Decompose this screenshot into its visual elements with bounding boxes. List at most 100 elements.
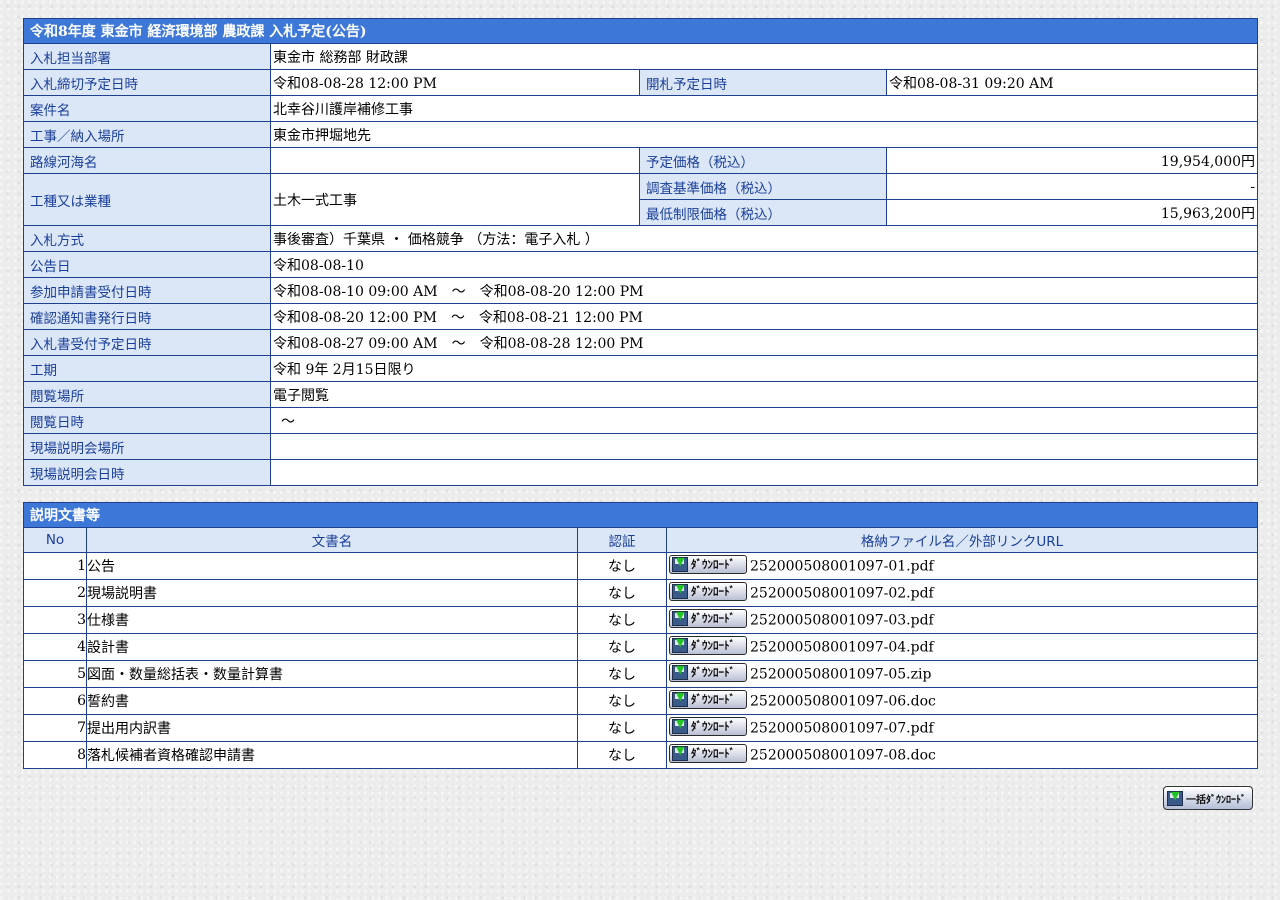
doc-name: 現場説明書 <box>86 579 578 607</box>
notice-date-label: 公告日 <box>23 251 271 278</box>
tender-title: 令和8年度 東金市 経済環境部 農政課 入札予定(公告) <box>22 18 1259 44</box>
confirm-value: 令和08-08-20 12:00 PM ～ 令和08-08-21 12:00 P… <box>269 303 1259 330</box>
period-label: 工期 <box>23 355 271 382</box>
doc-file-name: 252000508001097-01.pdf <box>750 558 934 574</box>
download-label: ﾀﾞｳﾝﾛｰﾄﾞ <box>691 585 735 598</box>
doc-auth: なし <box>577 660 667 688</box>
type-value: 土木一式工事 <box>270 173 640 226</box>
open-value: 令和08-08-31 09:20 AM <box>885 69 1259 96</box>
doc-file-cell: ﾀﾞｳﾝﾛｰﾄﾞ 252000508001097-01.pdf <box>666 552 1258 580</box>
document-row: 8落札候補者資格確認申請書なし ﾀﾞｳﾝﾛｰﾄﾞ 252000508001097-0… <box>23 741 1258 769</box>
view-date-value: ～ <box>269 407 1259 434</box>
download-button[interactable]: ﾀﾞｳﾝﾛｰﾄﾞ <box>669 743 747 763</box>
doc-file-name: 252000508001097-05.zip <box>750 666 932 682</box>
download-label: ﾀﾞｳﾝﾛｰﾄﾞ <box>691 639 735 652</box>
method-label: 入札方式 <box>23 225 271 252</box>
place-value: 東金市押堀地先 <box>269 121 1259 148</box>
view-place-value: 電子閲覧 <box>269 381 1259 408</box>
min-price-value: 15,963,200円 <box>885 199 1259 226</box>
doc-auth: なし <box>577 714 667 742</box>
doc-file-cell: ﾀﾞｳﾝﾛｰﾄﾞ 252000508001097-08.doc <box>666 741 1258 769</box>
doc-no: 1 <box>23 552 87 580</box>
min-price-label: 最低制限価格（税込） <box>639 199 887 226</box>
download-button[interactable]: ﾀﾞｳﾝﾛｰﾄﾞ <box>669 635 747 655</box>
doc-no: 4 <box>23 633 87 661</box>
place-label: 工事／納入場所 <box>23 121 271 148</box>
doc-auth: なし <box>577 633 667 661</box>
doc-file-cell: ﾀﾞｳﾝﾛｰﾄﾞ 252000508001097-04.pdf <box>666 633 1258 661</box>
deadline-label: 入札締切予定日時 <box>23 69 271 96</box>
doc-file-cell: ﾀﾞｳﾝﾛｰﾄﾞ 252000508001097-06.doc <box>666 687 1258 715</box>
doc-name: 落札候補者資格確認申請書 <box>86 741 578 769</box>
doc-no: 8 <box>23 741 87 769</box>
doc-no: 3 <box>23 606 87 634</box>
doc-name: 公告 <box>86 552 578 580</box>
download-button[interactable]: ﾀﾞｳﾝﾛｰﾄﾞ <box>669 662 747 682</box>
download-button[interactable]: ﾀﾞｳﾝﾛｰﾄﾞ <box>669 608 747 628</box>
download-label: ﾀﾞｳﾝﾛｰﾄﾞ <box>691 612 735 625</box>
confirm-label: 確認通知書発行日時 <box>23 303 271 330</box>
download-icon <box>672 636 688 653</box>
dept-label: 入札担当部署 <box>23 43 271 70</box>
view-date-label: 閲覧日時 <box>23 407 271 434</box>
doc-name: 誓約書 <box>86 687 578 715</box>
download-icon <box>672 717 688 734</box>
document-row: 1公告なし ﾀﾞｳﾝﾛｰﾄﾞ 252000508001097-01.pdf <box>23 552 1258 580</box>
download-label: ﾀﾞｳﾝﾛｰﾄﾞ <box>691 666 735 679</box>
documents-title: 説明文書等 <box>23 502 1258 528</box>
doc-file-cell: ﾀﾞｳﾝﾛｰﾄﾞ 252000508001097-02.pdf <box>666 579 1258 607</box>
document-row: 2現場説明書なし ﾀﾞｳﾝﾛｰﾄﾞ 252000508001097-02.pdf <box>23 579 1258 607</box>
method-value: 事後審査）千葉県 ・ 価格競争 （方法：電子入札 ） <box>269 225 1259 252</box>
download-label: ﾀﾞｳﾝﾛｰﾄﾞ <box>691 558 735 571</box>
route-value <box>270 147 640 174</box>
document-row: 7提出用内訳書なし ﾀﾞｳﾝﾛｰﾄﾞ 252000508001097-07.pdf <box>23 714 1258 742</box>
survey-value: - <box>885 173 1259 200</box>
document-row: 3仕様書なし ﾀﾞｳﾝﾛｰﾄﾞ 252000508001097-03.pdf <box>23 606 1258 634</box>
type-label: 工種又は業種 <box>23 173 271 226</box>
doc-no: 2 <box>23 579 87 607</box>
deadline-value: 令和08-08-28 12:00 PM <box>270 69 640 96</box>
dept-value: 東金市 総務部 財政課 <box>269 43 1259 70</box>
download-button[interactable]: ﾀﾞｳﾝﾛｰﾄﾞ <box>669 716 747 736</box>
download-icon <box>672 744 688 761</box>
site-place-label: 現場説明会場所 <box>23 433 271 460</box>
price-label: 予定価格（税込） <box>639 147 887 174</box>
download-label: ﾀﾞｳﾝﾛｰﾄﾞ <box>691 747 735 760</box>
route-label: 路線河海名 <box>23 147 271 174</box>
doc-no: 5 <box>23 660 87 688</box>
download-button[interactable]: ﾀﾞｳﾝﾛｰﾄﾞ <box>669 581 747 601</box>
document-row: 4設計書なし ﾀﾞｳﾝﾛｰﾄﾞ 252000508001097-04.pdf <box>23 633 1258 661</box>
case-value: 北幸谷川護岸補修工事 <box>269 95 1259 122</box>
doc-file-name: 252000508001097-04.pdf <box>750 639 934 655</box>
page-content: 令和8年度 東金市 経済環境部 農政課 入札予定(公告) 入札担当部署 東金市 … <box>22 18 1259 769</box>
site-date-value <box>269 459 1259 486</box>
notice-date-value: 令和08-08-10 <box>269 251 1259 278</box>
download-icon <box>672 690 688 707</box>
doc-file-name: 252000508001097-02.pdf <box>750 585 934 601</box>
bulk-download-button[interactable]: 一括ﾀﾞｳﾝﾛｰﾄﾞ <box>1163 786 1253 810</box>
apply-label: 参加申請書受付日時 <box>23 277 271 304</box>
doc-auth: なし <box>577 606 667 634</box>
download-button[interactable]: ﾀﾞｳﾝﾛｰﾄﾞ <box>669 554 747 574</box>
doc-file-name: 252000508001097-07.pdf <box>750 720 934 736</box>
download-icon <box>672 582 688 599</box>
site-place-value <box>269 433 1259 460</box>
download-icon <box>1167 789 1183 806</box>
download-icon <box>672 663 688 680</box>
bulk-download-area: 一括ﾀﾞｳﾝﾛｰﾄﾞ <box>1163 786 1253 810</box>
price-value: 19,954,000円 <box>885 147 1259 174</box>
view-place-label: 閲覧場所 <box>23 381 271 408</box>
bulk-download-label: 一括ﾀﾞｳﾝﾛｰﾄﾞ <box>1186 794 1246 806</box>
download-button[interactable]: ﾀﾞｳﾝﾛｰﾄﾞ <box>669 689 747 709</box>
col-header-no: No <box>23 527 87 553</box>
download-icon <box>672 609 688 626</box>
survey-label: 調査基準価格（税込） <box>639 173 887 200</box>
doc-name: 図面・数量総括表・数量計算書 <box>86 660 578 688</box>
doc-file-cell: ﾀﾞｳﾝﾛｰﾄﾞ 252000508001097-07.pdf <box>666 714 1258 742</box>
apply-value: 令和08-08-10 09:00 AM ～ 令和08-08-20 12:00 P… <box>269 277 1259 304</box>
doc-no: 6 <box>23 687 87 715</box>
site-date-label: 現場説明会日時 <box>23 459 271 486</box>
doc-name: 仕様書 <box>86 606 578 634</box>
col-header-file: 格納ファイル名／外部リンクURL <box>666 527 1258 553</box>
doc-auth: なし <box>577 687 667 715</box>
